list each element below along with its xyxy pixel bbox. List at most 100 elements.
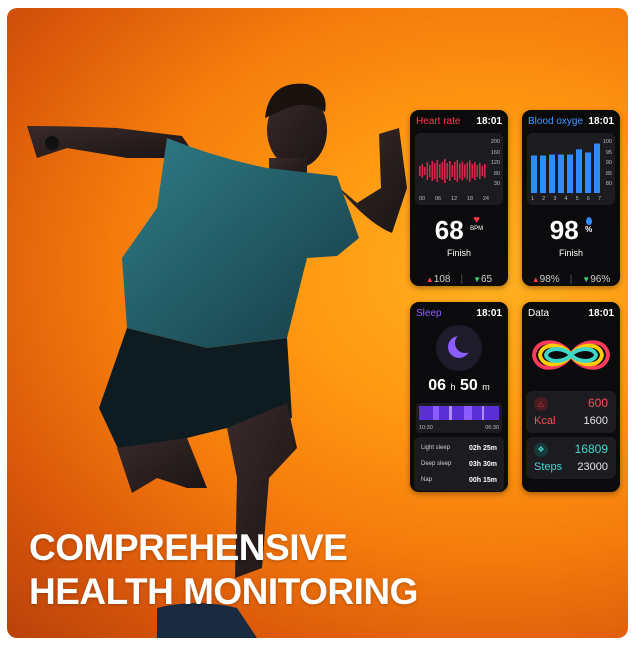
sleep-row-label: Deep sleep	[421, 461, 452, 467]
heart-rate-bar	[436, 160, 439, 182]
sleep-stage-segment	[433, 406, 439, 420]
hr-x-tick: 06	[434, 196, 442, 202]
calories-panel: ♨ 600 Kcal 1600	[526, 391, 616, 433]
blood-oxygen-bar	[540, 155, 546, 193]
sleep-stage-segment	[464, 406, 472, 420]
sleep-hours-unit: h	[450, 382, 456, 392]
sleep-row-deep: Deep sleep 03h 30m	[414, 456, 504, 472]
blood-oxygen-range: ▲98% | ▼96%	[531, 274, 611, 285]
heart-rate-bar	[471, 164, 474, 178]
bo-x-tick: 5	[575, 196, 579, 202]
data-time: 18:01	[588, 308, 614, 319]
sleep-row-light: Light sleep 02h 25m	[414, 440, 504, 456]
heart-rate-title: Heart rate	[416, 116, 461, 127]
sleep-stage-segment	[472, 406, 482, 420]
sleep-stage-segment	[449, 406, 452, 420]
blood-oxygen-min: 96%	[590, 274, 611, 285]
blood-oxygen-card: Blood oxyge 18:01 100 95 90 85 80 1 2 3 …	[522, 110, 620, 286]
heart-rate-range: ▲108 | ▼65	[425, 274, 493, 285]
hr-x-tick: 12	[450, 196, 458, 202]
sleep-breakdown: Light sleep 02h 25m Deep sleep 03h 30m N…	[414, 437, 504, 491]
sleep-title: Sleep	[416, 308, 442, 319]
sleep-duration: 06 h 50 m	[410, 377, 508, 395]
heart-rate-time: 18:01	[476, 116, 502, 127]
blood-oxygen-chart-svg	[531, 143, 600, 193]
heart-rate-bar	[469, 160, 471, 182]
headline: COMPREHENSIVE HEALTH MONITORING	[29, 526, 418, 614]
sleep-stages-bar	[419, 406, 499, 420]
heart-rate-bar	[454, 162, 456, 180]
hr-x-tick: 24	[482, 196, 489, 202]
bo-y-tick: 100	[602, 139, 612, 145]
bo-y-tick: 80	[605, 181, 612, 187]
steps-panel: ❖ 16809 Steps 23000	[526, 437, 616, 479]
up-triangle-icon: ▲	[425, 275, 434, 284]
sleep-row-label: Light sleep	[421, 445, 451, 451]
bo-x-tick: 1	[531, 196, 535, 202]
heart-rate-bar	[446, 163, 449, 179]
blood-oxygen-chart: 100 95 90 85 80 1 2 3 4 5 6 7	[527, 133, 615, 205]
heart-rate-max: 108	[433, 274, 451, 285]
heart-rate-x-ticks: 00 06 12 18 24	[419, 196, 489, 202]
heart-rate-unit: BPM	[470, 226, 484, 232]
heart-rate-card: Heart rate 18:01 200 160 120 80 30 00 06…	[410, 110, 508, 286]
sleep-card: Sleep 18:01 06 h 50 m 10:30 06:30 Light …	[410, 302, 508, 492]
blood-oxygen-bar	[558, 154, 564, 193]
sleep-stage-segment	[482, 406, 484, 420]
blood-oxygen-unit: %	[585, 225, 593, 234]
sleep-end: 06:30	[485, 425, 499, 431]
blood-oxygen-x-ticks: 1 2 3 4 5 6 7	[531, 196, 601, 202]
sleep-time: 18:01	[476, 308, 502, 319]
heart-rate-bar	[479, 163, 481, 179]
blood-drop-icon	[586, 217, 593, 225]
blood-oxygen-value: 98	[549, 215, 579, 245]
steps-goal: 23000	[577, 461, 608, 473]
heart-rate-bar	[439, 164, 441, 178]
bo-x-tick: 3	[553, 196, 557, 202]
heart-rate-bar	[451, 165, 454, 177]
heart-rate-bar	[464, 164, 466, 178]
calories-label: Kcal	[534, 415, 556, 427]
steps-label: Steps	[534, 461, 563, 473]
calories-value: 600	[587, 396, 608, 410]
hr-y-tick: 200	[490, 139, 500, 145]
heart-rate-bar	[461, 161, 464, 181]
bo-x-tick: 7	[597, 196, 601, 202]
heart-rate-value: 68	[434, 215, 464, 245]
calories-goal: 1600	[583, 415, 608, 427]
headline-line-1: COMPREHENSIVE	[29, 527, 348, 568]
heart-rate-bar	[484, 164, 486, 178]
heart-rate-bar	[429, 165, 431, 177]
blood-oxygen-bar	[549, 154, 555, 193]
hr-x-tick: 00	[419, 196, 426, 202]
blood-oxygen-bar	[567, 154, 573, 193]
sleep-stage-segment	[419, 406, 433, 420]
sleep-timeline: 10:30 06:30	[416, 403, 502, 433]
heart-rate-bar	[474, 162, 476, 180]
data-title: Data	[528, 308, 550, 319]
heart-rate-reading: 68 ♥ BPM	[410, 215, 508, 246]
blood-oxygen-bar	[594, 143, 600, 193]
bo-y-tick: 90	[605, 160, 612, 166]
blood-oxygen-time: 18:01	[588, 116, 614, 127]
heart-rate-bar	[481, 166, 484, 176]
sleep-stage-segment	[484, 406, 499, 420]
heart-rate-chart: 200 160 120 80 30 00 06 12 18 24	[415, 133, 503, 205]
bo-x-tick: 6	[586, 196, 590, 202]
sleep-stage-segment	[439, 406, 449, 420]
heart-rate-bar	[431, 161, 434, 181]
sleep-hours: 06	[428, 377, 447, 394]
blood-oxygen-title: Blood oxyge	[528, 116, 584, 127]
hr-y-tick: 30	[493, 181, 500, 187]
heart-rate-bar	[456, 160, 459, 182]
sleep-row-nap: Nap 00h 15m	[414, 472, 504, 488]
headline-line-2: HEALTH MONITORING	[29, 571, 418, 612]
hr-y-tick: 80	[493, 170, 500, 177]
sleep-minutes: 50	[459, 377, 478, 394]
down-triangle-icon: ▼	[473, 275, 481, 284]
sleep-row-value: 02h 25m	[468, 444, 497, 452]
bo-x-tick: 4	[564, 196, 568, 202]
bo-x-tick: 2	[542, 196, 546, 202]
heart-rate-bar	[476, 165, 479, 177]
heart-rate-y-ticks: 200 160 120 80 30	[491, 137, 500, 190]
